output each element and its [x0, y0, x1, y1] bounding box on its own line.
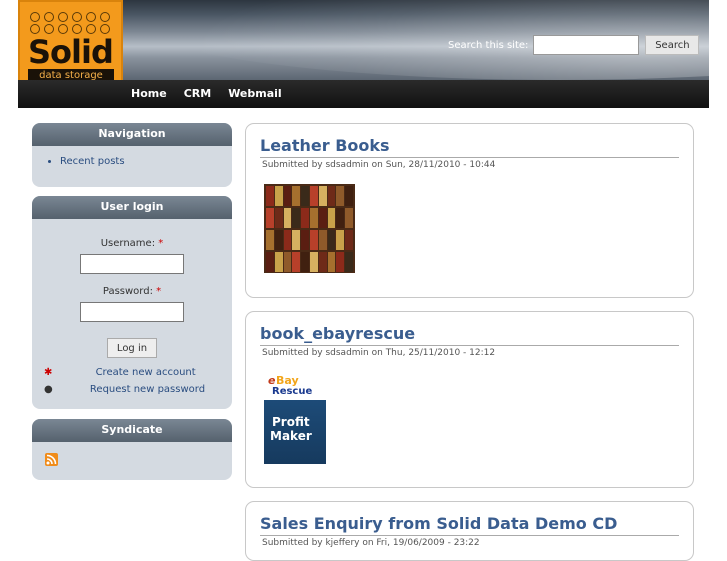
logo-dot — [86, 12, 96, 22]
logo-brand: Solid — [28, 33, 114, 71]
primary-nav: Home CRM Webmail — [18, 80, 709, 108]
cover-title: Profit Maker — [264, 400, 326, 464]
create-account-bullet: ✱ — [44, 367, 53, 378]
syndicate-title: Syndicate — [32, 419, 232, 442]
bookshelf-image[interactable] — [264, 184, 355, 273]
node-meta: Submitted by sdsadmin on Thu, 25/11/2010… — [262, 348, 496, 358]
login-title: User login — [32, 196, 232, 219]
search-label: Search this site: — [448, 39, 529, 51]
rss-feed-icon[interactable] — [45, 453, 58, 466]
request-password-item: ● Request new password — [44, 384, 205, 395]
password-field[interactable] — [80, 302, 184, 322]
nav-link-crm[interactable]: CRM — [184, 87, 212, 100]
node-meta: Submitted by kjeffery on Fri, 19/06/2009… — [262, 538, 480, 548]
site-logo[interactable]: Solid data storage — [18, 0, 123, 90]
logo-dot — [72, 12, 82, 22]
cover-line-1: Profit — [272, 415, 310, 429]
username-field[interactable] — [80, 254, 184, 274]
cover-brand: e Bay Rescue — [264, 372, 326, 400]
navigation-list: Recent posts — [32, 156, 232, 167]
cover-brand-rescue: Rescue — [272, 386, 313, 397]
navigation-block: Navigation Recent posts — [32, 123, 232, 187]
navigation-title: Navigation — [32, 123, 232, 146]
logo-dot — [44, 12, 54, 22]
username-label: Username: * — [32, 238, 232, 249]
search-button[interactable]: Search — [645, 35, 700, 55]
password-label: Password: * — [32, 286, 232, 297]
title-divider — [260, 535, 679, 536]
cover-line-2: Maker — [270, 429, 312, 443]
create-account-link[interactable]: Create new account — [96, 367, 196, 378]
node-book-ebayrescue: book_ebayrescue Submitted by sdsadmin on… — [245, 311, 694, 488]
title-divider — [260, 345, 679, 346]
node-title[interactable]: book_ebayrescue — [260, 324, 415, 343]
logo-dots — [30, 12, 116, 34]
password-label-text: Password: — [102, 286, 153, 297]
request-password-link[interactable]: Request new password — [90, 384, 205, 395]
title-divider — [260, 157, 679, 158]
required-mark: * — [156, 286, 162, 297]
login-button[interactable]: Log in — [107, 338, 157, 358]
logo-dot — [30, 12, 40, 22]
node-meta: Submitted by sdsadmin on Sun, 28/11/2010… — [262, 160, 496, 170]
logo-dot — [100, 12, 110, 22]
node-sales-enquiry: Sales Enquiry from Solid Data Demo CD Su… — [245, 501, 694, 561]
syndicate-block: Syndicate — [32, 419, 232, 480]
username-label-text: Username: — [100, 238, 156, 249]
search-input[interactable] — [533, 35, 640, 55]
nav-link-webmail[interactable]: Webmail — [228, 87, 282, 100]
user-login-block: User login Username: * Password: * Log i… — [32, 196, 232, 409]
node-title[interactable]: Leather Books — [260, 136, 390, 155]
node-title[interactable]: Sales Enquiry from Solid Data Demo CD — [260, 514, 617, 533]
ebay-rescue-book-cover[interactable]: e Bay Rescue Profit Maker — [264, 372, 326, 464]
request-password-bullet: ● — [44, 384, 53, 395]
required-mark: * — [158, 238, 164, 249]
search-form: Search this site: Search — [448, 35, 700, 55]
create-account-item: ✱ Create new account — [44, 367, 196, 378]
nav-link-home[interactable]: Home — [131, 87, 167, 100]
nav-item-recent-posts[interactable]: Recent posts — [60, 156, 232, 167]
logo-dot — [58, 12, 68, 22]
node-leather-books: Leather Books Submitted by sdsadmin on S… — [245, 123, 694, 298]
